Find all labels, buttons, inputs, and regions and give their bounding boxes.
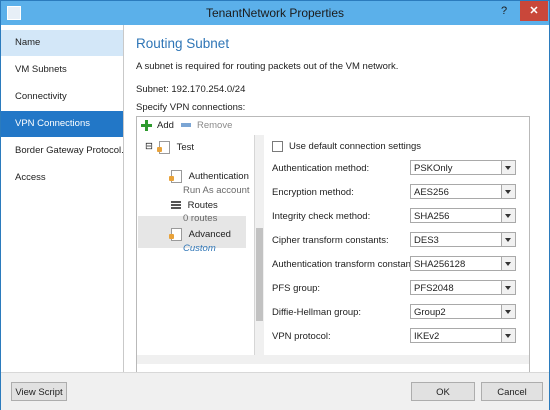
diffie-hellman-group-label: Diffie-Hellman group:	[272, 307, 362, 318]
subnet-text: Subnet: 192.170.254.0/24	[136, 84, 246, 95]
section-heading: Routing Subnet	[136, 36, 230, 51]
window-title: TenantNetwork Properties	[205, 6, 345, 20]
cipher-transform-constants-label: Cipher transform constants:	[272, 235, 389, 246]
default-settings-checkbox[interactable]	[272, 141, 283, 152]
main-content: Routing Subnet A subnet is required for …	[124, 25, 548, 374]
vpn-protocol-select[interactable]: IKEv2	[410, 328, 516, 343]
sidebar-item-access[interactable]: Access	[1, 165, 123, 191]
chevron-down-icon	[501, 161, 515, 174]
routes-icon	[171, 200, 181, 210]
view-script-button[interactable]: View Script	[11, 382, 67, 401]
tree-scroll-thumb[interactable]	[256, 228, 263, 321]
encryption-method-select[interactable]: AES256	[410, 184, 516, 199]
vpn-toolbar: Add Remove	[137, 117, 529, 135]
encryption-method-label: Encryption method:	[272, 187, 354, 198]
vpn-connections-panel: Add Remove ⊟ Test Authentication Run As …	[136, 116, 530, 374]
routes-title: Routes	[187, 200, 218, 211]
close-button[interactable]: ✕	[520, 1, 548, 21]
add-label: Add	[157, 120, 174, 131]
remove-button[interactable]: Remove	[181, 119, 232, 133]
chevron-down-icon	[501, 233, 515, 246]
sidebar-item-vm-subnets[interactable]: VM Subnets	[1, 57, 123, 83]
properties-window: TenantNetwork Properties ? ✕ Name VM Sub…	[0, 0, 550, 410]
chevron-down-icon	[501, 329, 515, 342]
cancel-button[interactable]: Cancel	[481, 382, 543, 401]
default-settings-label: Use default connection settings	[289, 141, 422, 153]
cipher-transform-constants-select[interactable]: DES3	[410, 232, 516, 247]
connection-settings: Use default connection settings Authenti…	[272, 135, 527, 355]
connection-icon	[157, 141, 170, 154]
title-bar[interactable]: TenantNetwork Properties ? ✕	[1, 1, 549, 25]
chevron-down-icon	[501, 185, 515, 198]
vpn-tree: ⊟ Test Authentication Run As account Rou…	[137, 135, 255, 355]
chevron-down-icon	[501, 209, 515, 222]
sidebar-item-border-gateway-protocol[interactable]: Border Gateway Protocol...	[1, 138, 123, 164]
tree-node-advanced[interactable]: Advanced Custom	[169, 228, 231, 254]
sidebar: Name VM Subnets Connectivity VPN Connect…	[1, 25, 124, 372]
remove-label: Remove	[197, 120, 233, 131]
authentication-icon	[169, 170, 182, 183]
authentication-method-label: Authentication method:	[272, 163, 370, 174]
integrity-check-method-label: Integrity check method:	[272, 211, 371, 222]
tree-node-routes[interactable]: Routes 0 routes	[171, 200, 218, 224]
authentication-transform-constants-label: Authentication transform constants:	[272, 259, 421, 270]
advanced-subtitle: Custom	[183, 243, 216, 254]
integrity-check-method-select[interactable]: SHA256	[410, 208, 516, 223]
dialog-footer: View Script OK Cancel	[1, 372, 549, 410]
sidebar-item-vpn-connections[interactable]: VPN Connections	[1, 111, 123, 137]
chevron-down-icon	[501, 305, 515, 318]
diffie-hellman-group-select[interactable]: Group2	[410, 304, 516, 319]
authentication-transform-constants-select[interactable]: SHA256128	[410, 256, 516, 271]
routes-subtitle: 0 routes	[183, 213, 218, 224]
tree-node-test[interactable]: Test	[157, 141, 195, 154]
minus-icon	[181, 123, 191, 128]
help-button[interactable]: ?	[491, 1, 517, 21]
ok-button[interactable]: OK	[411, 382, 475, 401]
chevron-down-icon	[501, 257, 515, 270]
vpn-connections-label: Specify VPN connections:	[136, 102, 246, 113]
pfs-group-label: PFS group:	[272, 283, 321, 294]
tree-node-authentication[interactable]: Authentication Run As account	[169, 170, 250, 196]
advanced-icon	[169, 228, 182, 241]
add-button[interactable]: Add	[141, 119, 174, 133]
authentication-method-select[interactable]: PSKOnly	[410, 160, 516, 175]
panel-horizontal-scrollbar[interactable]	[137, 355, 529, 364]
authentication-subtitle: Run As account	[183, 185, 250, 196]
tree-toggle[interactable]: ⊟	[145, 141, 153, 152]
default-settings-checkbox-row[interactable]: Use default connection settings	[272, 141, 421, 152]
tree-vertical-scrollbar[interactable]	[255, 135, 264, 355]
pfs-group-select[interactable]: PFS2048	[410, 280, 516, 295]
sidebar-item-name[interactable]: Name	[1, 30, 123, 56]
chevron-down-icon	[501, 281, 515, 294]
sidebar-item-connectivity[interactable]: Connectivity	[1, 84, 123, 110]
vpn-protocol-label: VPN protocol:	[272, 331, 331, 342]
advanced-title: Advanced	[188, 229, 231, 241]
plus-icon	[141, 119, 152, 131]
tree-node-test-label: Test	[176, 142, 195, 154]
section-description: A subnet is required for routing packets…	[136, 61, 399, 72]
authentication-title: Authentication	[188, 171, 249, 183]
